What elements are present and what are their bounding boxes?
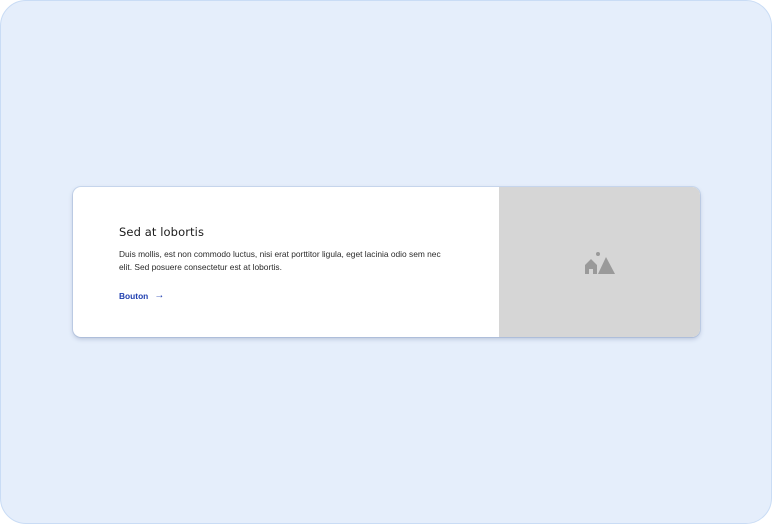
card-link-label: Bouton	[119, 291, 149, 301]
card-description: Duis mollis, est non commodo luctus, nis…	[119, 249, 441, 272]
card-title: Sed at lobortis	[119, 225, 205, 239]
card-link-button[interactable]: Bouton →	[119, 290, 165, 302]
image-placeholder-icon	[584, 252, 615, 274]
horizontal-card: Sed at lobortis Duis mollis, est non com…	[73, 187, 700, 337]
card-image-placeholder	[499, 187, 700, 337]
arrow-right-icon: →	[154, 290, 165, 301]
page-frame: Sed at lobortis Duis mollis, est non com…	[0, 0, 772, 524]
card-body: Sed at lobortis Duis mollis, est non com…	[73, 187, 499, 337]
